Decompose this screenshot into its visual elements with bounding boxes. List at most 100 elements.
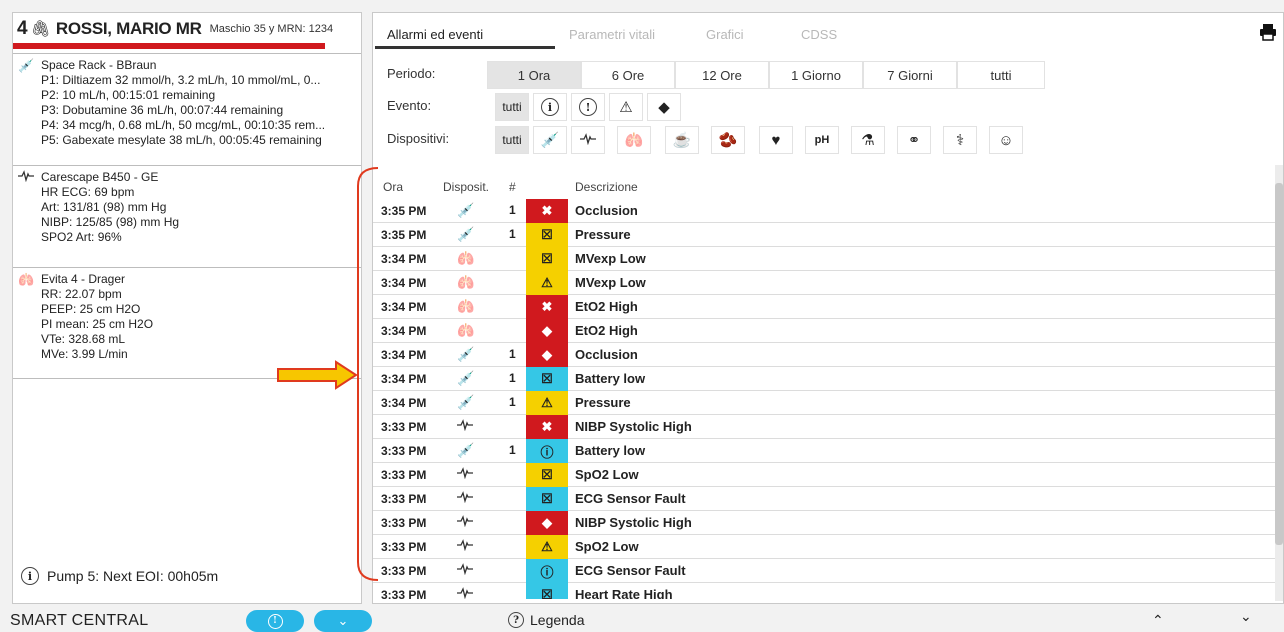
critical-diamond-icon: ◆	[526, 343, 568, 367]
filter-lungs-button[interactable]: 🫁	[617, 126, 651, 154]
legenda-label: Legenda	[530, 612, 585, 628]
warning-triangle-icon: ⚠	[526, 535, 568, 559]
period-7-giorni-button[interactable]: 7 Giorni	[863, 61, 957, 89]
alarm-count: 1	[509, 227, 516, 241]
table-row[interactable]: 3:34 PM 🫁 ✖ EtO2 High	[373, 295, 1278, 319]
period-1-giorno-button[interactable]: 1 Giorno	[769, 61, 863, 89]
table-row[interactable]: 3:35 PM 💉 1 ☒ Pressure	[373, 223, 1278, 247]
period-6-ore-button[interactable]: 6 Ore	[581, 61, 675, 89]
alarms-panel: Allarmi ed eventi Parametri vitali Grafi…	[372, 12, 1284, 604]
expand-pill[interactable]: ⌄	[314, 610, 372, 632]
dispositivi-tutti-button[interactable]: tutti	[495, 126, 529, 154]
evento-tutti-button[interactable]: tutti	[495, 93, 529, 121]
periodo-label: Periodo:	[387, 66, 436, 81]
table-row[interactable]: 3:33 PM ⚠ SpO2 Low	[373, 535, 1278, 559]
filter-stethoscope-button[interactable]: ⚕	[943, 126, 977, 154]
alarm-count: 1	[509, 347, 516, 361]
col-descrizione[interactable]: Descrizione	[575, 180, 638, 194]
ph-icon: pH	[814, 134, 830, 146]
device-block-space-rack[interactable]: 💉 Space Rack - BBraun P1: Diltiazem 32 m…	[13, 53, 361, 165]
annotation-bracket	[357, 167, 379, 581]
evento-alert-button[interactable]: !	[571, 93, 605, 121]
kidney-icon: 🫘	[718, 132, 738, 149]
patient-panel: 4 🖇 ROSSI, MARIO MR Maschio 35 y MRN: 12…	[12, 12, 362, 604]
ecg-waveform-icon	[18, 170, 34, 185]
evento-critical-button[interactable]: ◆	[647, 93, 681, 121]
alarm-description: Pressure	[575, 395, 631, 410]
legenda-button[interactable]: ? Legenda	[508, 612, 585, 628]
alarm-time: 3:34 PM	[381, 396, 427, 410]
period-tutti-button[interactable]: tutti	[957, 61, 1045, 89]
col-count[interactable]: #	[509, 180, 516, 194]
lungs-icon: 🫁	[457, 322, 475, 338]
filter-lab-button[interactable]: ⚗	[851, 126, 885, 154]
table-row[interactable]: 3:34 PM 💉 1 ⚠ Pressure	[373, 391, 1278, 415]
warning-triangle-icon: ⚠	[526, 271, 568, 295]
table-row[interactable]: 3:34 PM 🫁 ☒ MVexp Low	[373, 247, 1278, 271]
alarm-description: NIBP Systolic High	[575, 515, 692, 530]
device-line: VTe: 328.68 mL	[41, 332, 126, 346]
device-line: Art: 131/81 (98) mm Hg	[41, 200, 167, 214]
evento-warning-button[interactable]: ⚠	[609, 93, 643, 121]
ecg-waveform-icon	[457, 538, 473, 554]
printer-icon[interactable]	[1259, 23, 1277, 47]
table-row[interactable]: 3:34 PM 💉 1 ☒ Battery low	[373, 367, 1278, 391]
filter-person-button[interactable]: ☺	[989, 126, 1023, 154]
col-ora[interactable]: Ora	[383, 180, 403, 194]
filter-syringe-button[interactable]: 💉	[533, 126, 567, 154]
device-line: P3: Dobutamine 36 mL/h, 00:07:44 remaini…	[41, 103, 284, 117]
alarm-time: 3:34 PM	[381, 252, 427, 266]
device-line: RR: 22.07 bpm	[41, 287, 122, 301]
table-row[interactable]: 3:35 PM 💉 1 ✖ Occlusion	[373, 199, 1278, 223]
period-12-ore-button[interactable]: 12 Ore	[675, 61, 769, 89]
chevron-down-icon[interactable]: ⌄	[1240, 608, 1252, 625]
table-row[interactable]: 3:33 PM ☒ ECG Sensor Fault	[373, 487, 1278, 511]
ecg-waveform-icon	[457, 586, 473, 599]
table-row[interactable]: 3:33 PM ◆ NIBP Systolic High	[373, 511, 1278, 535]
table-row[interactable]: 3:34 PM 💉 1 ◆ Occlusion	[373, 343, 1278, 367]
chevron-up-icon[interactable]: ⌃	[1152, 612, 1164, 629]
device-block-carescape[interactable]: Carescape B450 - GE HR ECG: 69 bpm Art: …	[13, 165, 361, 267]
alarm-time: 3:34 PM	[381, 276, 427, 290]
eoi-notice[interactable]: i Pump 5: Next EOI: 00h05m	[21, 567, 218, 585]
period-1-ora-button[interactable]: 1 Ora	[487, 61, 581, 89]
table-row[interactable]: 3:33 PM ✖ NIBP Systolic High	[373, 415, 1278, 439]
alarm-description: EtO2 High	[575, 323, 638, 338]
syringe-icon: 💉	[457, 370, 475, 386]
syringe-icon: 💉	[18, 58, 35, 73]
flask-icon: ⚗	[861, 132, 875, 149]
tab-allarmi[interactable]: Allarmi ed eventi	[387, 27, 483, 42]
patient-header[interactable]: 4 🖇 ROSSI, MARIO MR Maschio 35 y MRN: 12…	[13, 13, 361, 45]
table-row[interactable]: 3:33 PM ☒ SpO2 Low	[373, 463, 1278, 487]
table-row[interactable]: 3:34 PM 🫁 ⚠ MVexp Low	[373, 271, 1278, 295]
table-row[interactable]: 3:33 PM ⓘ ECG Sensor Fault	[373, 559, 1278, 583]
table-row[interactable]: 3:34 PM 🫁 ◆ EtO2 High	[373, 319, 1278, 343]
alarm-time: 3:33 PM	[381, 564, 427, 578]
tab-cdss[interactable]: CDSS	[801, 27, 837, 42]
scrollbar-thumb[interactable]	[1275, 183, 1283, 545]
filter-ecg-button[interactable]	[571, 126, 605, 154]
filter-bandage-button[interactable]: ⚭	[897, 126, 931, 154]
alarm-description: Battery low	[575, 371, 646, 386]
filter-heart-button[interactable]: ♥	[759, 126, 793, 154]
filter-nutrition-button[interactable]: ☕	[665, 126, 699, 154]
tab-parametri-vitali[interactable]: Parametri vitali	[569, 27, 655, 42]
tab-grafici[interactable]: Grafici	[706, 27, 744, 42]
evento-info-button[interactable]: i	[533, 93, 567, 121]
alarm-cross-icon: ✖	[526, 295, 568, 319]
table-row[interactable]: 3:33 PM 💉 1 ⓘ Battery low	[373, 439, 1278, 463]
alarm-time: 3:33 PM	[381, 468, 427, 482]
bottom-bar: SMART CENTRAL ? Legenda ⌃ ⌄	[0, 608, 1284, 632]
alert-filter-pill[interactable]: !	[246, 610, 304, 632]
alarm-description: Pressure	[575, 227, 631, 242]
alarm-description: Occlusion	[575, 347, 638, 362]
alert-circle-icon: !	[579, 98, 597, 116]
alarm-count: 1	[509, 395, 516, 409]
help-icon: ?	[508, 612, 524, 628]
filter-ph-button[interactable]: pH	[805, 126, 839, 154]
table-row[interactable]: 3:33 PM ☒ Heart Rate High	[373, 583, 1278, 599]
col-disposit[interactable]: Disposit.	[443, 180, 489, 194]
syringe-icon: 💉	[457, 346, 475, 362]
filter-kidney-button[interactable]: 🫘	[711, 126, 745, 154]
ecg-waveform-icon	[457, 466, 473, 482]
